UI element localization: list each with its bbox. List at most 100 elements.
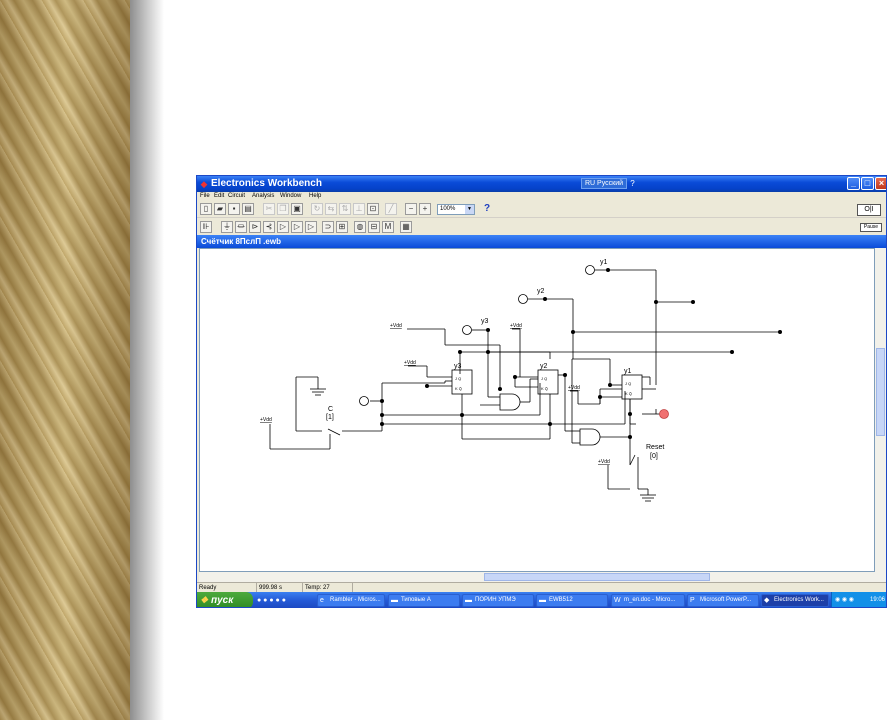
favorites-bin-icon[interactable]: ⊪ [200, 221, 212, 233]
miscellaneous-bin-icon[interactable]: M [382, 221, 394, 233]
reset-indicator-probe [659, 409, 669, 419]
horizontal-scroll-thumb[interactable] [484, 573, 710, 581]
graph-icon[interactable]: ╱ [385, 203, 397, 215]
label-ff-y2: y2 [540, 363, 548, 370]
task-porin[interactable]: ▬ ПОРИН УПМЭ [462, 594, 534, 607]
cut-icon[interactable]: ✂ [263, 203, 275, 215]
svg-text:K Q̄: K Q̄ [541, 386, 548, 391]
analog-ics-bin-icon[interactable]: ▷ [277, 221, 289, 233]
label-vdd-1: +Vdd [390, 323, 402, 329]
label-vdd-4: +Vdd [568, 385, 580, 391]
output-probe-y3 [462, 325, 472, 335]
zoom-in-icon[interactable]: + [419, 203, 431, 215]
language-indicator[interactable]: RU Русский [581, 178, 628, 189]
instruments-bin-icon[interactable]: ▦ [400, 221, 412, 233]
close-button[interactable]: × [875, 177, 886, 190]
start-label: пуск [211, 595, 234, 606]
diodes-bin-icon[interactable]: ⊳ [249, 221, 261, 233]
task-rambler[interactable]: e Rambler - Micros... [317, 594, 385, 607]
task-tipovye[interactable]: ▬ Типовые А [388, 594, 460, 607]
task-ewb512[interactable]: ▬ EWB512 [536, 594, 608, 607]
rotate-icon[interactable]: ↻ [311, 203, 323, 215]
schematic-canvas[interactable]: y1 y2 y3 y3 y2 y1 C [1] Reset [0] +Vdd +… [199, 248, 875, 572]
label-clock-switch: C [328, 406, 333, 413]
menu-edit[interactable]: Edit [214, 192, 224, 201]
vertical-scrollbar[interactable] [875, 248, 886, 572]
component-properties-icon[interactable]: ⊥ [353, 203, 365, 215]
minimize-button[interactable]: _ [847, 177, 860, 190]
window-title: Electronics Workbench [211, 178, 322, 189]
logic-gates-bin-icon[interactable]: ⊃ [322, 221, 334, 233]
powerpoint-icon: P [690, 597, 695, 604]
menu-file[interactable]: File [200, 192, 210, 201]
digital-bin-icon[interactable]: ⊞ [336, 221, 348, 233]
new-file-icon[interactable]: ▯ [200, 203, 212, 215]
and-gate-1 [499, 393, 521, 411]
label-vdd-6: +Vdd [598, 459, 610, 465]
svg-text:J Q: J Q [541, 376, 547, 381]
electronics-workbench-screenshot: ◆ Electronics Workbench RU Русский ? _ □… [196, 175, 887, 608]
flip-horizontal-icon[interactable]: ⇆ [325, 203, 337, 215]
label-y2-output: y2 [537, 288, 545, 295]
chevron-down-icon[interactable]: ▼ [465, 205, 474, 214]
clock-input-terminal [359, 396, 369, 406]
svg-text:J Q: J Q [455, 376, 461, 381]
circuit-schematic: y1 y2 y3 y3 y2 y1 C [1] Reset [0] +Vdd +… [260, 259, 782, 502]
standard-toolbar: ▯ ▰ ▪ ▤ ✂ ❐ ▣ ↻ ⇆ ⇅ ⊥ ⊡ ╱ − + 100% ▼ ? O… [197, 201, 886, 218]
vertical-scroll-thumb[interactable] [876, 348, 885, 436]
horizontal-scrollbar[interactable] [199, 572, 886, 582]
windows-taskbar: ❖ пуск ● ● ● ● ● e Rambler - Micros... ▬ Т… [197, 592, 886, 607]
basic-bin-icon[interactable]: ⏛ [235, 221, 247, 233]
taskbar-clock[interactable]: 19:06 [870, 592, 885, 607]
paste-icon[interactable]: ▣ [291, 203, 303, 215]
maximize-button[interactable]: □ [861, 177, 874, 190]
label-ff-y3: y3 [454, 363, 462, 370]
save-icon[interactable]: ▪ [228, 203, 240, 215]
mixed-ics-bin-icon[interactable]: ▷ [291, 221, 303, 233]
window-titlebar[interactable]: ◆ Electronics Workbench RU Русский ? _ □… [197, 176, 886, 192]
document-title: Счётчик 8ПслП .ewb [201, 237, 281, 246]
and-gate-2 [579, 428, 601, 446]
slide-border-shadow [130, 0, 164, 720]
print-icon[interactable]: ▤ [242, 203, 254, 215]
copy-icon[interactable]: ❐ [277, 203, 289, 215]
menu-circuit[interactable]: Circuit [228, 192, 245, 201]
help-badge-icon[interactable]: ? [627, 178, 638, 189]
indicators-bin-icon[interactable]: ◍ [354, 221, 366, 233]
label-reset-key: [0] [650, 453, 658, 460]
parts-bin-toolbar: ⊪ ⏚ ⏛ ⊳ ⊰ ▷ ▷ ▷ ⊃ ⊞ ◍ ⊟ M ▦ Pause [197, 219, 886, 235]
task-word-doc[interactable]: Wm_ел.doc - Micro... [611, 594, 685, 607]
open-folder-icon[interactable]: ▰ [214, 203, 226, 215]
menu-analysis[interactable]: Analysis [252, 192, 274, 201]
output-probe-y1 [585, 265, 595, 275]
ewb-app-icon: ◆ [764, 597, 770, 604]
label-reset-switch: Reset [646, 444, 664, 451]
tray-icons[interactable]: ◉ ◉ ◉ [835, 592, 854, 607]
task-powerpoint[interactable]: P Microsoft PowerP... [687, 594, 759, 607]
sources-bin-icon[interactable]: ⏚ [221, 221, 233, 233]
quick-launch-icons[interactable]: ● ● ● ● ● [257, 595, 286, 606]
word-icon: W [614, 597, 621, 604]
label-clock-key: [1] [326, 414, 334, 421]
help-icon[interactable]: ? [484, 203, 490, 214]
svg-text:K Q̄: K Q̄ [625, 391, 632, 396]
folder-icon: ▬ [539, 597, 546, 604]
zoom-select[interactable]: 100% ▼ [437, 204, 475, 215]
label-ff-y1: y1 [624, 368, 632, 375]
power-switch-button[interactable]: O|I [857, 204, 881, 216]
pause-button[interactable]: Pause [860, 223, 882, 232]
task-electronics-workbench[interactable]: ◆ Electronics Work... [761, 594, 829, 607]
menu-window[interactable]: Window [280, 192, 301, 201]
zoom-out-icon[interactable]: − [405, 203, 417, 215]
digital-ics-bin-icon[interactable]: ▷ [305, 221, 317, 233]
transistors-bin-icon[interactable]: ⊰ [263, 221, 275, 233]
folder-icon: ▬ [391, 597, 398, 604]
controls-bin-icon[interactable]: ⊟ [368, 221, 380, 233]
create-subcircuit-icon[interactable]: ⊡ [367, 203, 379, 215]
start-button[interactable]: ❖ пуск [197, 592, 253, 607]
label-y1-output: y1 [600, 259, 608, 266]
menu-help[interactable]: Help [309, 192, 321, 201]
svg-text:J Q: J Q [625, 381, 631, 386]
flip-vertical-icon[interactable]: ⇅ [339, 203, 351, 215]
label-vdd-5: +Vdd [260, 417, 272, 423]
